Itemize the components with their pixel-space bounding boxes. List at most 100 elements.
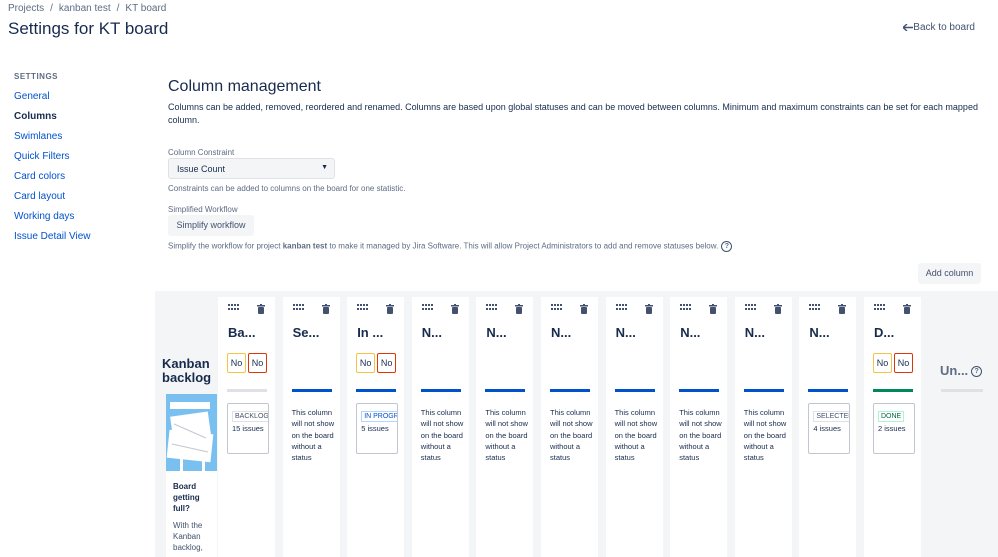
max-constraint[interactable]: No bbox=[377, 353, 397, 373]
column-name[interactable]: Se... bbox=[293, 325, 320, 340]
add-column-button[interactable]: Add column bbox=[918, 263, 981, 284]
simplify-workflow-button[interactable]: Simplify workflow bbox=[168, 215, 254, 236]
board-column[interactable]: N... This column will not show on the boa… bbox=[541, 297, 598, 557]
workflow-help: Simplify the workflow for project kanban… bbox=[168, 241, 733, 252]
drag-handle-icon[interactable] bbox=[551, 304, 563, 312]
trash-icon[interactable] bbox=[773, 304, 782, 314]
breadcrumb-project[interactable]: kanban test bbox=[59, 3, 111, 14]
status-card[interactable]: SELECTED 4 issues bbox=[808, 403, 851, 454]
trash-icon[interactable] bbox=[321, 304, 330, 314]
min-constraint[interactable]: No bbox=[227, 353, 246, 373]
column-constraints: No No bbox=[356, 353, 397, 373]
drag-handle-icon[interactable] bbox=[744, 304, 757, 312]
status-card[interactable]: DONE 2 issues bbox=[873, 403, 915, 454]
drag-handle-icon[interactable] bbox=[228, 304, 240, 312]
status-card[interactable]: IN PROGRESS 5 issues bbox=[356, 403, 399, 454]
sidebar-item-columns[interactable]: Columns bbox=[14, 107, 134, 127]
drag-handle-icon[interactable] bbox=[680, 304, 692, 312]
board-column[interactable]: N... This column will not show on the boa… bbox=[476, 297, 534, 557]
column-name[interactable]: N... bbox=[551, 325, 571, 340]
column-status-bar bbox=[743, 389, 784, 392]
trash-icon[interactable] bbox=[386, 304, 395, 314]
no-status-message: This column will not show on the board w… bbox=[743, 408, 787, 463]
max-constraint[interactable]: No bbox=[894, 353, 913, 373]
trash-icon[interactable] bbox=[709, 304, 718, 314]
board-illustration bbox=[166, 394, 217, 471]
sidebar-item-swimlanes[interactable]: Swimlanes bbox=[14, 127, 134, 147]
issue-count: 15 issues bbox=[232, 424, 264, 433]
drag-handle-icon[interactable] bbox=[874, 304, 886, 312]
board-column[interactable]: N... SELECTED 4 issues bbox=[799, 297, 857, 557]
constraint-value: Issue Count bbox=[177, 164, 226, 174]
board-column[interactable]: D... No No DONE 2 issues bbox=[864, 297, 921, 557]
column-name[interactable]: N... bbox=[809, 325, 829, 340]
min-constraint[interactable]: No bbox=[873, 353, 892, 373]
board-column[interactable]: N... This column will not show on the boa… bbox=[605, 297, 663, 557]
trash-icon[interactable] bbox=[450, 304, 459, 314]
board-column[interactable]: Se... This column will not show on the bo… bbox=[282, 297, 340, 557]
breadcrumb-board[interactable]: KT board bbox=[125, 3, 166, 14]
drag-handle-icon[interactable] bbox=[292, 304, 305, 312]
unmapped-statuses-column: Un...? bbox=[940, 363, 983, 378]
no-status-message: This column will not show on the board w… bbox=[679, 408, 722, 463]
column-name[interactable]: Ba... bbox=[228, 325, 255, 340]
status-card[interactable]: BACKLOG 15 issues bbox=[227, 403, 269, 454]
sidebar-item-quick-filters[interactable]: Quick Filters bbox=[14, 147, 134, 167]
trash-icon[interactable] bbox=[257, 304, 265, 314]
no-status-message: This column will not show on the board w… bbox=[420, 408, 464, 463]
settings-sidebar: SETTINGS General Columns Swimlanes Quick… bbox=[14, 72, 134, 247]
trash-icon[interactable] bbox=[515, 304, 524, 314]
column-status-bar bbox=[227, 389, 267, 392]
sidebar-item-general[interactable]: General bbox=[14, 87, 134, 107]
board-column[interactable]: N... This column will not show on the boa… bbox=[670, 297, 728, 557]
sidebar-item-issue-detail-view[interactable]: Issue Detail View bbox=[14, 227, 134, 247]
min-constraint[interactable]: No bbox=[356, 353, 376, 373]
board-column[interactable]: N... This column will not show on the boa… bbox=[734, 297, 792, 557]
drag-handle-icon[interactable] bbox=[809, 304, 821, 312]
section-description: Columns can be added, removed, reordered… bbox=[168, 102, 978, 125]
column-constraints: No No bbox=[227, 353, 267, 373]
unmapped-status-bar bbox=[941, 389, 983, 392]
caret-down-icon: ▼ bbox=[321, 164, 328, 171]
max-constraint[interactable]: No bbox=[248, 353, 267, 373]
issue-count: 5 issues bbox=[361, 424, 389, 433]
column-status-bar bbox=[550, 389, 590, 392]
board-column[interactable]: In ... NoNo IN PROGRESS 5 issues bbox=[347, 297, 405, 557]
breadcrumb-projects[interactable]: Projects bbox=[8, 3, 44, 14]
drag-handle-icon[interactable] bbox=[486, 304, 498, 312]
help-icon[interactable]: ? bbox=[971, 366, 983, 378]
trash-icon[interactable] bbox=[580, 304, 588, 314]
column-name[interactable]: N... bbox=[745, 325, 765, 340]
column-name[interactable]: In ... bbox=[357, 325, 383, 340]
constraint-select[interactable]: Issue Count ▼ bbox=[168, 158, 335, 179]
column-name[interactable]: N... bbox=[486, 325, 506, 340]
column-name[interactable]: N... bbox=[422, 325, 442, 340]
trash-icon[interactable] bbox=[644, 304, 653, 314]
status-lozenge: DONE bbox=[878, 411, 905, 422]
kanban-backlog-column[interactable]: Kanban backlog Board getting full? With … bbox=[160, 291, 217, 557]
drag-handle-icon[interactable] bbox=[421, 304, 434, 312]
no-status-message: This column will not show on the board w… bbox=[485, 408, 528, 463]
workflow-label: Simplified Workflow bbox=[168, 205, 238, 214]
drag-handle-icon[interactable] bbox=[357, 304, 369, 312]
sidebar-item-card-layout[interactable]: Card layout bbox=[14, 187, 134, 207]
sidebar-heading: SETTINGS bbox=[14, 72, 59, 81]
board-column[interactable]: Ba... No No BACKLOG 15 issues bbox=[218, 297, 275, 557]
no-status-message: This column will not show on the board w… bbox=[291, 408, 335, 463]
back-arrow-icon bbox=[902, 23, 914, 32]
status-lozenge: SELECTED bbox=[813, 411, 850, 422]
board-column[interactable]: N... This column will not show on the boa… bbox=[411, 297, 469, 557]
breadcrumb: Projects / kanban test / KT board bbox=[8, 3, 167, 14]
column-name[interactable]: N... bbox=[680, 325, 700, 340]
no-status-message: This column will not show on the board w… bbox=[614, 408, 658, 463]
sidebar-item-card-colors[interactable]: Card colors bbox=[14, 167, 134, 187]
help-icon[interactable]: ? bbox=[721, 241, 733, 252]
back-to-board-link[interactable]: Back to board bbox=[902, 22, 975, 33]
sidebar-item-working-days[interactable]: Working days bbox=[14, 207, 134, 227]
trash-icon[interactable] bbox=[903, 304, 911, 314]
drag-handle-icon[interactable] bbox=[615, 304, 628, 312]
column-name[interactable]: N... bbox=[616, 325, 636, 340]
trash-icon[interactable] bbox=[838, 304, 847, 314]
column-name[interactable]: D... bbox=[874, 325, 894, 340]
column-constraints: No No bbox=[873, 353, 913, 373]
